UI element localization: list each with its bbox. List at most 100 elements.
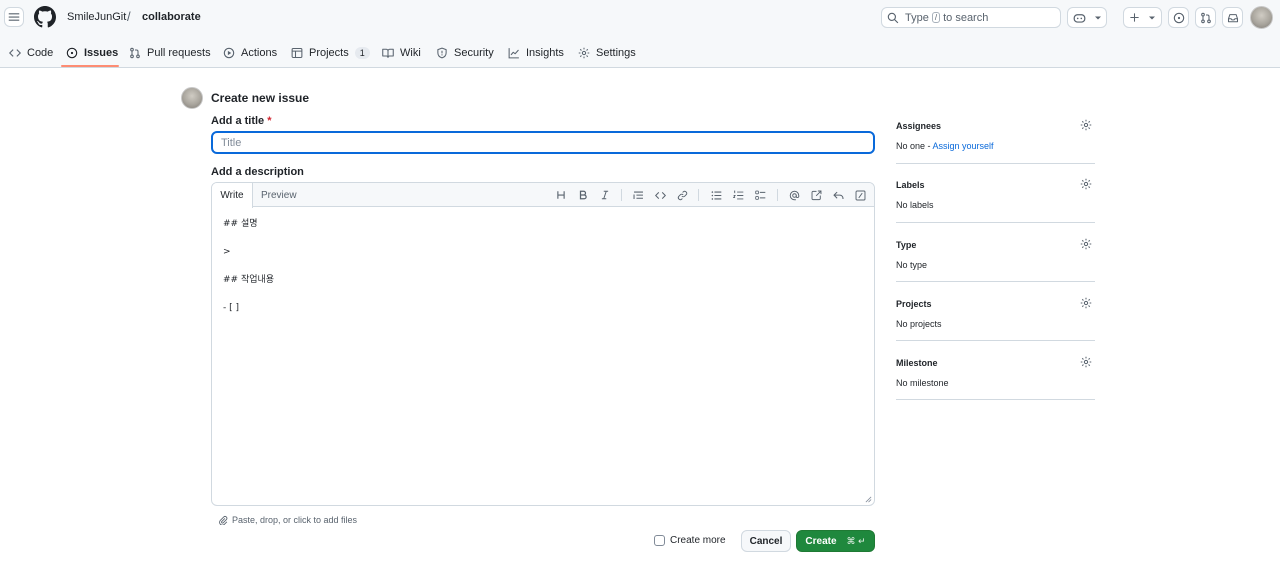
tab-actions[interactable]: Actions (223, 38, 277, 67)
toolbar-divider (698, 189, 699, 201)
tab-pull-requests[interactable]: Pull requests (129, 38, 211, 67)
create-button-label: Create (805, 535, 837, 547)
unordered-list-icon (711, 190, 721, 200)
tab-wiki-label: Wiki (400, 46, 421, 59)
saved-replies-button[interactable] (831, 188, 845, 202)
attach-files-button[interactable]: Paste, drop, or click to add files (218, 515, 357, 525)
description-editor[interactable]: Write Preview ## 설명 > ## 작업내용 - [] (211, 182, 875, 506)
quote-button[interactable] (631, 188, 645, 202)
mention-icon (789, 190, 799, 200)
tab-code[interactable]: Code (9, 38, 53, 67)
ordered-list-button[interactable] (731, 188, 745, 202)
create-button[interactable]: Create ⌘ ↵ (796, 530, 875, 552)
search-shortcut-key: / (931, 12, 941, 23)
issues-button[interactable] (1168, 7, 1189, 28)
editor-content[interactable]: ## 설명 > ## 작업내용 - [ ] (223, 217, 274, 329)
code-button[interactable] (653, 188, 667, 202)
sidebar-milestone: Milestone No milestone (896, 356, 1095, 400)
gear-icon[interactable] (1080, 238, 1092, 250)
reply-icon (832, 191, 843, 199)
gear-icon[interactable] (1080, 356, 1092, 368)
tab-write[interactable]: Write (212, 183, 253, 208)
toolbar-divider (777, 189, 778, 201)
copilot-button[interactable] (1067, 7, 1107, 28)
sidebar-assignees: Assignees No one - Assign yourself (896, 119, 1095, 164)
create-new-button[interactable] (1123, 7, 1162, 28)
link-icon (677, 190, 687, 200)
assignees-value: No one - Assign yourself (896, 141, 994, 151)
attach-files-label: Paste, drop, or click to add files (232, 515, 358, 525)
tab-settings-label: Settings (596, 46, 636, 59)
gear-icon (578, 47, 590, 58)
resize-handle-icon[interactable] (865, 496, 872, 503)
sidebar-projects: Projects No projects (896, 297, 1095, 341)
tab-preview[interactable]: Preview (261, 183, 297, 207)
slash-command-button[interactable] (853, 188, 867, 202)
checkbox-box[interactable] (654, 535, 665, 546)
assignees-none-text: No one - (896, 141, 933, 151)
link-button[interactable] (675, 188, 689, 202)
breadcrumb-separator: / (127, 9, 131, 24)
tab-insights-label: Insights (526, 46, 564, 59)
search-input[interactable]: Type / to search (881, 7, 1061, 28)
cross-reference-button[interactable] (809, 188, 823, 202)
milestone-heading: Milestone (896, 358, 938, 368)
cancel-button[interactable]: Cancel (741, 530, 791, 552)
heading-button[interactable] (554, 188, 568, 202)
tab-security-label: Security (454, 46, 494, 59)
page-title: Create new issue (211, 91, 310, 105)
code-icon (654, 191, 666, 199)
tab-actions-label: Actions (241, 46, 278, 59)
tab-wiki[interactable]: Wiki (382, 38, 421, 67)
tab-insights[interactable]: Insights (508, 38, 564, 67)
ordered-list-icon (732, 190, 743, 199)
git-pull-request-icon (1200, 12, 1211, 23)
labels-heading: Labels (896, 180, 925, 190)
create-more-checkbox[interactable]: Create more (654, 535, 726, 546)
breadcrumb-repo[interactable]: collaborate (142, 11, 201, 23)
gear-icon[interactable] (1080, 297, 1092, 309)
gear-icon[interactable] (1080, 119, 1092, 131)
github-logo-icon[interactable] (34, 6, 56, 28)
pull-requests-button[interactable] (1195, 7, 1216, 28)
italic-button[interactable] (598, 188, 612, 202)
gear-icon[interactable] (1080, 178, 1092, 190)
code-icon (9, 48, 21, 57)
unordered-list-button[interactable] (709, 188, 723, 202)
paperclip-icon (219, 516, 228, 525)
book-icon (382, 48, 394, 58)
copilot-icon (1073, 13, 1085, 23)
table-icon (291, 47, 303, 58)
editor-toolbar: Write Preview (212, 183, 874, 208)
heading-icon (557, 191, 565, 199)
app-header: SmileJunGit / collaborate Type / to sear… (0, 0, 1280, 68)
tab-security[interactable]: Security (436, 38, 494, 67)
projects-count-badge: 1 (354, 46, 370, 59)
create-shortcut-hint: ⌘ ↵ (846, 535, 866, 546)
tab-projects[interactable]: Projects 1 (291, 38, 370, 67)
search-icon (887, 12, 899, 23)
breadcrumb-owner[interactable]: SmileJunGit (67, 11, 126, 23)
sidebar-type: Type No type (896, 238, 1095, 282)
bold-button[interactable] (576, 188, 590, 202)
task-list-button[interactable] (753, 188, 767, 202)
editor-line: ## 작업내용 (223, 275, 275, 285)
menu-button[interactable] (4, 7, 24, 27)
tab-issues[interactable]: Issues (66, 38, 118, 67)
assign-yourself-link[interactable]: Assign yourself (933, 141, 994, 151)
inbox-button[interactable] (1222, 7, 1243, 28)
labels-value: No labels (896, 200, 934, 210)
user-avatar[interactable] (1250, 6, 1273, 29)
type-heading: Type (896, 240, 917, 250)
tab-code-label: Code (27, 46, 54, 59)
description-label: Add a description (211, 166, 304, 178)
toolbar-divider (621, 189, 622, 201)
title-label: Add a title * (211, 115, 272, 127)
chevron-down-icon (1149, 16, 1155, 19)
git-pull-request-icon (130, 47, 140, 58)
projects-heading: Projects (896, 299, 932, 309)
mention-button[interactable] (787, 188, 801, 202)
editor-line: ## 설명 (223, 219, 258, 229)
title-input[interactable] (211, 131, 875, 154)
tab-settings[interactable]: Settings (578, 38, 636, 67)
